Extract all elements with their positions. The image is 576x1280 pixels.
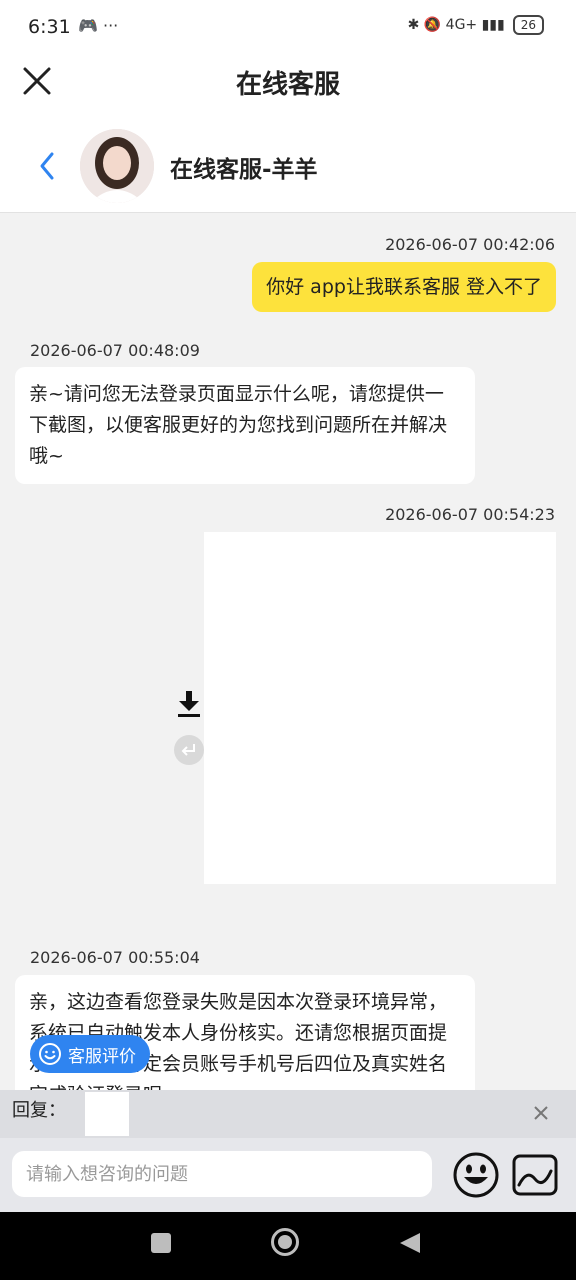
download-icon[interactable] — [176, 689, 202, 719]
battery-icon: 26 — [512, 15, 544, 35]
status-time: 6:31 — [28, 16, 71, 38]
message-timestamp: 2026-06-07 00:54:23 — [385, 505, 555, 524]
message-timestamp: 2026-06-07 00:42:06 — [385, 235, 555, 254]
agent-avatar[interactable] — [80, 129, 154, 203]
emoji-icon[interactable] — [452, 1151, 500, 1199]
avatar-portrait-icon — [80, 129, 154, 203]
rate-service-label: 客服评价 — [68, 1046, 136, 1067]
signal-icons: ✱ 🔕 4G+ ▮▮▮ — [407, 17, 505, 33]
user-message-bubble[interactable]: 你好 app让我联系客服 登入不了 — [252, 262, 556, 312]
system-icons: ✱ 🔕 4G+ ▮▮▮ 26 — [408, 15, 544, 35]
message-input[interactable] — [12, 1151, 432, 1197]
message-timestamp: 2026-06-07 00:55:04 — [30, 948, 200, 967]
back-triangle-icon[interactable] — [398, 1231, 422, 1255]
reply-icon[interactable] — [174, 735, 204, 765]
back-chevron-icon[interactable] — [36, 150, 60, 182]
page-title: 在线客服 — [235, 70, 340, 100]
rate-service-button[interactable]: 客服评价 — [30, 1035, 150, 1073]
recent-apps-icon[interactable] — [151, 1233, 171, 1253]
reply-label: 回复： — [12, 1100, 66, 1121]
agent-name: 在线客服-羊羊 — [170, 157, 318, 183]
message-timestamp: 2026-06-07 00:48:09 — [30, 341, 200, 360]
agent-message-bubble[interactable]: 亲~请问您无法登录页面显示什么呢，请您提供一下截图，以便客服更好的为您找到问题所… — [15, 367, 475, 484]
home-icon[interactable] — [270, 1227, 300, 1257]
reply-preview-thumbnail — [85, 1092, 129, 1136]
image-upload-icon[interactable] — [511, 1153, 559, 1197]
image-message[interactable] — [204, 532, 556, 884]
close-reply-icon[interactable] — [530, 1102, 552, 1124]
smile-icon — [39, 1043, 61, 1065]
notification-icons: 🎮 ··· — [78, 16, 119, 35]
